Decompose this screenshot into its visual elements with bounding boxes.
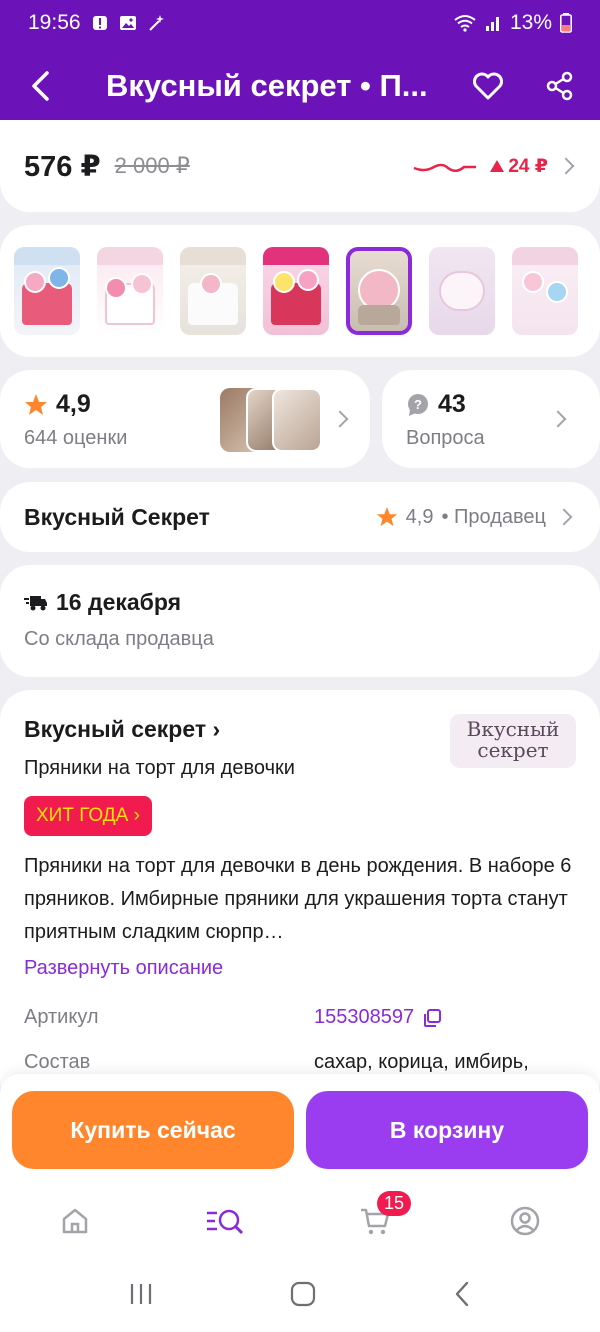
svg-text:?: ? bbox=[414, 397, 422, 412]
catalog-search-icon bbox=[207, 1209, 244, 1235]
gallery-thumbnail[interactable] bbox=[97, 247, 163, 335]
delivery-card[interactable]: 16 декабря Со склада продавца bbox=[0, 565, 600, 677]
nav-home[interactable] bbox=[35, 1191, 115, 1251]
back-button[interactable] bbox=[0, 46, 80, 126]
cart-badge: 15 bbox=[377, 1191, 412, 1216]
gallery-thumbnail[interactable] bbox=[14, 247, 80, 335]
question-bubble-icon: ? bbox=[408, 393, 428, 416]
rating-card[interactable]: 4,9 644 оценки bbox=[0, 370, 370, 468]
add-to-cart-button[interactable]: В корзину bbox=[306, 1091, 588, 1169]
system-nav-bar bbox=[0, 1256, 600, 1332]
seller-rating: 4,9 bbox=[405, 505, 434, 528]
nav-catalog[interactable] bbox=[185, 1191, 265, 1251]
image-icon bbox=[119, 16, 136, 30]
questions-count: 43 bbox=[438, 390, 466, 418]
status-bar: 19:56 13% bbox=[0, 0, 600, 46]
app-bar: Вкусный секрет • П... bbox=[0, 46, 600, 126]
brand-logo-line2: секрет bbox=[477, 738, 549, 762]
star-icon bbox=[25, 393, 47, 415]
delivery-truck-icon bbox=[24, 595, 47, 610]
gallery-thumbnail[interactable] bbox=[429, 247, 495, 335]
old-price: 2 000 ₽ bbox=[114, 153, 190, 178]
seller-card[interactable]: Вкусный Секрет 4,9 • Продавец bbox=[0, 482, 600, 552]
share-icon bbox=[546, 71, 573, 101]
chevron-right-icon bbox=[554, 507, 576, 527]
article-number[interactable]: 155308597 bbox=[314, 1006, 442, 1029]
spec-value: сахар, корица, имбирь, bbox=[314, 1051, 529, 1073]
triangle-up-icon bbox=[490, 160, 505, 172]
price-delta: 24 ₽ bbox=[490, 155, 548, 178]
seller-name: Вкусный Секрет bbox=[24, 503, 210, 530]
back-arrow-icon bbox=[32, 71, 49, 101]
current-price: 576 ₽ bbox=[24, 150, 101, 183]
page-title: Вкусный секрет • П... bbox=[106, 68, 428, 103]
magic-wand-icon bbox=[148, 15, 164, 31]
star-icon bbox=[376, 506, 397, 527]
description-card: Вкусный секрет › Вкусный секрет Пряники … bbox=[0, 690, 600, 1110]
profile-icon bbox=[510, 1206, 540, 1236]
product-description: Пряники на торт для девочки в день рожде… bbox=[24, 855, 572, 943]
action-bar: Купить сейчас В корзину bbox=[0, 1074, 600, 1186]
spec-row-article: Артикул 155308597 bbox=[24, 1006, 576, 1029]
recent-apps-icon[interactable] bbox=[128, 1282, 154, 1306]
price-trend-icon bbox=[413, 163, 477, 172]
status-time: 19:56 bbox=[28, 11, 81, 34]
gallery-thumbnail[interactable] bbox=[263, 247, 329, 335]
back-icon[interactable] bbox=[452, 1280, 472, 1308]
favorite-button[interactable] bbox=[452, 46, 524, 126]
spec-key: Артикул bbox=[24, 1006, 99, 1028]
questions-label: Вопроса bbox=[406, 427, 485, 449]
alert-icon bbox=[92, 16, 107, 30]
delivery-date: 16 декабря bbox=[56, 589, 182, 615]
review-photo bbox=[272, 388, 322, 452]
brand-logo-line1: Вкусный bbox=[466, 717, 560, 741]
share-button[interactable] bbox=[524, 46, 596, 126]
heart-icon bbox=[473, 72, 503, 100]
chevron-right-icon bbox=[557, 156, 576, 176]
nav-cart[interactable]: 15 bbox=[335, 1191, 415, 1251]
review-photos[interactable] bbox=[220, 388, 324, 452]
rating-value: 4,9 bbox=[56, 390, 91, 418]
price-card[interactable]: 576 ₽ 2 000 ₽ 24 ₽ bbox=[0, 120, 600, 212]
copy-icon[interactable] bbox=[422, 1008, 442, 1028]
gallery-thumbnail[interactable] bbox=[180, 247, 246, 335]
home-button-icon[interactable] bbox=[290, 1281, 316, 1307]
seller-role: • Продавец bbox=[441, 505, 546, 528]
gallery-thumbnail-selected[interactable] bbox=[346, 247, 412, 335]
spec-key: Состав bbox=[24, 1051, 91, 1073]
gallery-thumbnail[interactable] bbox=[512, 247, 578, 335]
spec-value: 155308597 bbox=[314, 1006, 415, 1028]
delivery-source: Со склада продавца bbox=[24, 628, 214, 650]
image-gallery bbox=[0, 225, 600, 357]
buy-now-button[interactable]: Купить сейчас bbox=[12, 1091, 294, 1169]
signal-icon bbox=[485, 17, 499, 31]
spec-row-composition: Состав сахар, корица, имбирь, bbox=[24, 1051, 576, 1074]
questions-card[interactable]: ? 43 Вопроса bbox=[382, 370, 600, 468]
battery-icon bbox=[560, 13, 572, 33]
hit-badge[interactable]: ХИТ ГОДА › bbox=[24, 796, 152, 836]
brand-logo[interactable]: Вкусный секрет bbox=[450, 714, 576, 768]
wifi-icon bbox=[454, 15, 476, 32]
expand-description-link[interactable]: Развернуть описание bbox=[24, 957, 576, 980]
bottom-nav: 15 bbox=[0, 1186, 600, 1256]
home-icon bbox=[62, 1208, 88, 1234]
battery-percent: 13% bbox=[509, 11, 552, 34]
price-delta-value: 24 ₽ bbox=[508, 155, 548, 177]
nav-profile[interactable] bbox=[485, 1191, 565, 1251]
